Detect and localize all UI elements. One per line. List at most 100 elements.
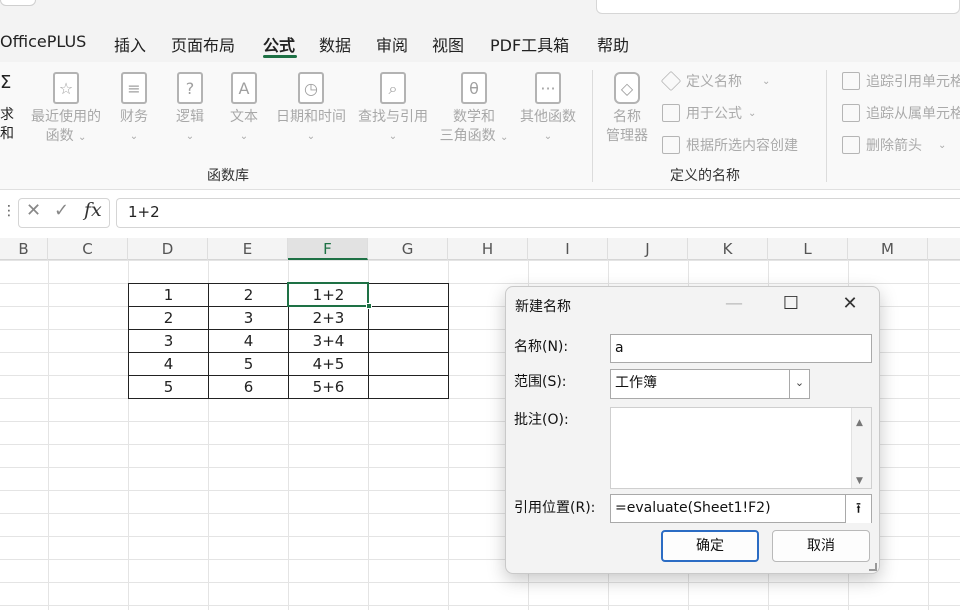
cell-d6[interactable]: 5 (128, 375, 209, 399)
cell-e5[interactable]: 5 (208, 352, 289, 376)
column-header-e[interactable]: E (208, 238, 288, 260)
cell-e3[interactable]: 3 (208, 306, 289, 330)
column-header-d[interactable]: D (128, 238, 208, 260)
more-functions-label: 其他函数 (520, 109, 576, 125)
name-input[interactable]: a (610, 334, 872, 363)
text-button[interactable]: A 文本 ⌄ (222, 72, 266, 146)
name-manager-button[interactable]: ◇ 名称 管理器 (602, 72, 652, 146)
resize-grip-icon[interactable] (869, 563, 877, 571)
scroll-down-icon[interactable]: ▼ (856, 468, 863, 495)
cell-f2[interactable]: 1+2 (288, 283, 369, 307)
chevron-down-icon: ⌄ (239, 131, 249, 142)
cell-g5[interactable] (368, 352, 449, 376)
tab-pdf-toolbox[interactable]: PDF工具箱 (490, 32, 569, 56)
cell-f3[interactable]: 2+3 (288, 306, 369, 330)
minimize-icon[interactable]: — (714, 291, 754, 317)
enter-check-icon[interactable]: ✓ (54, 200, 69, 221)
logical-label: 逻辑 (176, 109, 204, 125)
chevron-down-icon: ⌄ (938, 139, 947, 151)
cell-f5[interactable]: 4+5 (288, 352, 369, 376)
comment-textarea[interactable]: ▲ ▼ (610, 407, 872, 489)
more-options-icon[interactable]: ⋮ (2, 203, 16, 219)
scope-select[interactable]: 工作簿 ⌄ (610, 369, 810, 399)
magnifier-book-icon: ⌕ (380, 72, 406, 104)
tab-officeplus[interactable]: OfficePLUS (0, 32, 86, 51)
chevron-down-icon: ⌄ (129, 131, 139, 142)
recently-used-button[interactable]: ☆ 最近使用的 函数 ⌄ (28, 72, 104, 147)
tab-data[interactable]: 数据 (319, 32, 351, 56)
cell-e6[interactable]: 6 (208, 375, 289, 399)
tab-view[interactable]: 视图 (432, 32, 464, 56)
trace-dependents-icon (842, 104, 860, 122)
cell-d5[interactable]: 4 (128, 352, 209, 376)
formula-input[interactable] (116, 198, 960, 228)
column-header-c[interactable]: C (48, 238, 128, 260)
autosum-label: 求和 (0, 107, 14, 142)
remove-arrows-button[interactable]: 删除箭头 ⌄ (842, 135, 946, 155)
more-functions-button[interactable]: ··· 其他函数 ⌄ (516, 72, 580, 146)
chevron-down-icon: ⌄ (748, 107, 757, 119)
grid-small-icon (662, 136, 680, 154)
tab-formulas[interactable]: 公式 (263, 32, 295, 56)
cell-g3[interactable] (368, 306, 449, 330)
close-icon[interactable]: ✕ (830, 291, 870, 317)
cell-e4[interactable]: 4 (208, 329, 289, 353)
column-header-k[interactable]: K (688, 238, 768, 260)
financial-button[interactable]: ≡ 财务 ⌄ (112, 72, 156, 146)
create-from-selection-button[interactable]: 根据所选内容创建 (662, 135, 798, 155)
cell-d3[interactable]: 2 (128, 306, 209, 330)
column-header-i[interactable]: I (528, 238, 608, 260)
collapse-dialog-icon[interactable]: ⭱ (845, 495, 871, 523)
tag-icon: ◇ (614, 72, 640, 104)
column-header-h[interactable]: H (448, 238, 528, 260)
date-time-button[interactable]: ◷ 日期和时间 ⌄ (272, 72, 350, 146)
chevron-down-icon[interactable]: ⌄ (789, 370, 809, 398)
cell-g2[interactable] (368, 283, 449, 307)
use-in-formula-label: 用于公式 (686, 106, 742, 122)
cancel-x-icon[interactable]: ✕ (26, 200, 41, 221)
cell-g4[interactable] (368, 329, 449, 353)
tab-help[interactable]: 帮助 (597, 32, 629, 56)
trace-dependents-button[interactable]: 追踪从属单元格 (842, 103, 960, 123)
column-header-j[interactable]: J (608, 238, 688, 260)
table-row: 4 5 4+5 (128, 352, 449, 376)
cell-d2[interactable]: 1 (128, 283, 209, 307)
logical-button[interactable]: ? 逻辑 ⌄ (168, 72, 212, 146)
column-header-g[interactable]: G (368, 238, 448, 260)
cell-g6[interactable] (368, 375, 449, 399)
column-header-l[interactable]: L (768, 238, 848, 260)
maximize-icon[interactable]: ☐ (771, 291, 811, 317)
cell-f6[interactable]: 5+6 (288, 375, 369, 399)
cell-f4[interactable]: 3+4 (288, 329, 369, 353)
comment-scrollbar[interactable]: ▲ ▼ (851, 408, 871, 488)
quick-access-control[interactable] (0, 0, 36, 6)
defined-names-group-label: 定义的名称 (670, 168, 740, 184)
column-header-b[interactable]: B (0, 238, 48, 260)
tab-page-layout[interactable]: 页面布局 (171, 32, 235, 56)
autosum-button[interactable]: Σ 求和 (0, 72, 24, 144)
math-trig-button[interactable]: θ 数学和 三角函数 ⌄ (436, 72, 512, 147)
date-time-label: 日期和时间 (276, 109, 346, 125)
fx-small-icon (662, 104, 680, 122)
refers-to-input[interactable]: =evaluate(Sheet1!F2) ⭱ (610, 494, 872, 523)
table-row: 3 4 3+4 (128, 329, 449, 353)
table-row: 5 6 5+6 (128, 375, 449, 399)
cell-d4[interactable]: 3 (128, 329, 209, 353)
ok-button[interactable]: 确定 (661, 530, 759, 562)
cell-e2[interactable]: 2 (208, 283, 289, 307)
tab-insert[interactable]: 插入 (114, 32, 146, 56)
trace-precedents-button[interactable]: 追踪引用单元格 (842, 71, 960, 91)
tab-review[interactable]: 审阅 (376, 32, 408, 56)
cancel-button[interactable]: 取消 (772, 530, 870, 562)
column-header-f[interactable]: F (288, 238, 368, 260)
insert-function-icon[interactable]: fx (84, 199, 102, 221)
group-separator (826, 70, 827, 182)
scroll-up-icon[interactable]: ▲ (856, 410, 863, 437)
column-header-m[interactable]: M (848, 238, 928, 260)
search-box[interactable] (596, 0, 960, 14)
fill-handle[interactable] (366, 303, 372, 309)
lookup-reference-button[interactable]: ⌕ 查找与引用 ⌄ (354, 72, 432, 146)
chevron-down-icon: ⌄ (762, 75, 771, 87)
use-in-formula-button[interactable]: 用于公式 ⌄ (662, 103, 756, 123)
define-name-button[interactable]: 定义名称 ⌄ (660, 70, 771, 92)
